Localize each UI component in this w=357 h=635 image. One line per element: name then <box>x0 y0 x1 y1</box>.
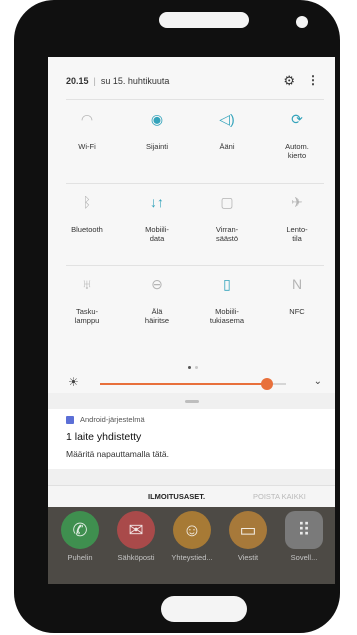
power-saving-icon: ▢ <box>220 194 234 210</box>
tile-location[interactable]: ◉ Sijainti <box>122 108 192 151</box>
page-dot <box>195 366 198 369</box>
tile-label: Autom. kierto <box>285 142 309 160</box>
app-label: Yhteystied... <box>171 553 213 562</box>
app-contacts[interactable]: ☺ Yhteystied... <box>164 511 220 562</box>
do-not-disturb-icon: ⊖ <box>151 276 163 292</box>
airplane-icon: ✈ <box>291 194 303 210</box>
tile-flashlight[interactable]: ♅ Tasku- lamppu <box>52 273 122 325</box>
phone-screen: 20.15 | su 15. huhtikuuta ⚙ ⋮ ◠ Wi-Fi ◉ … <box>48 57 335 584</box>
mail-icon: ✉ <box>117 511 155 549</box>
tile-label: NFC <box>289 307 305 316</box>
tile-label: Mobiili- tukiasema <box>209 307 245 325</box>
status-time: 20.15 <box>66 76 89 86</box>
app-label: Sovell... <box>290 553 318 562</box>
android-system-icon <box>66 415 74 424</box>
tile-hotspot[interactable]: ▯ Mobiili- tukiasema <box>192 273 262 325</box>
hotspot-icon: ▯ <box>223 276 231 292</box>
phone-frame: 20.15 | su 15. huhtikuuta ⚙ ⋮ ◠ Wi-Fi ◉ … <box>14 0 340 633</box>
brightness-icon: ☀ <box>68 375 79 389</box>
app-apps[interactable]: ⠿ Sovell... <box>276 511 332 562</box>
tile-label: Virran- säästö <box>215 225 239 243</box>
brightness-row: ☀ ⌄ <box>66 375 324 393</box>
page-dot-active <box>188 366 191 369</box>
auto-rotate-icon: ⟳ <box>291 111 303 127</box>
app-label: Puhelin <box>67 553 93 562</box>
location-icon: ◉ <box>150 111 164 127</box>
phone-icon: ✆ <box>61 511 99 549</box>
tile-label: Mobiili- data <box>145 225 169 243</box>
bluetooth-icon: ᛒ <box>82 194 92 210</box>
divider <box>66 265 324 266</box>
drag-handle[interactable] <box>185 400 199 403</box>
app-label: Viestit <box>237 553 259 562</box>
wifi-icon: ◠ <box>80 111 94 127</box>
tile-label: Ääni <box>219 142 235 151</box>
brightness-fill <box>100 383 268 385</box>
tile-sound[interactable]: ◁) Ääni <box>192 108 262 151</box>
apps-icon: ⠿ <box>285 511 323 549</box>
tile-nfc[interactable]: N NFC <box>262 273 332 316</box>
gear-icon[interactable]: ⚙ <box>283 73 295 89</box>
notification-card[interactable]: Android-järjestelmä 1 laite yhdistetty M… <box>48 409 335 469</box>
tile-label: Sijainti <box>145 142 169 151</box>
tile-mobile-data[interactable]: ↓↑ Mobiili- data <box>122 191 192 243</box>
tile-label: Tasku- lamppu <box>74 307 100 325</box>
chevron-down-icon[interactable]: ⌄ <box>314 376 322 387</box>
app-messages[interactable]: ▭ Viestit <box>220 511 276 562</box>
contacts-icon: ☺ <box>173 511 211 549</box>
brightness-slider[interactable] <box>100 378 286 390</box>
messages-icon: ▭ <box>229 511 267 549</box>
tile-wifi[interactable]: ◠ Wi-Fi <box>52 108 122 151</box>
status-date: su 15. huhtikuuta <box>100 76 170 86</box>
tile-airplane[interactable]: ✈ Lento- tila <box>262 191 332 243</box>
divider <box>66 99 324 100</box>
status-separator: | <box>93 76 96 86</box>
notification-area: Android-järjestelmä 1 laite yhdistetty M… <box>48 393 335 485</box>
notification-body: Määritä napauttamalla tätä. <box>66 449 170 459</box>
app-email[interactable]: ✉ Sähköposti <box>108 511 164 562</box>
tile-do-not-disturb[interactable]: ⊖ Älä häiritse <box>122 273 192 325</box>
tile-label: Wi-Fi <box>78 142 96 151</box>
more-vertical-icon[interactable]: ⋮ <box>307 73 319 87</box>
home-button[interactable] <box>161 596 247 622</box>
app-label: Sähköposti <box>117 553 155 562</box>
nfc-icon: N <box>291 276 303 292</box>
clear-all-button[interactable]: POISTA KAIKKI <box>253 492 306 501</box>
speaker-grille <box>159 12 249 28</box>
status-row: 20.15 | su 15. huhtikuuta ⚙ ⋮ <box>66 73 323 89</box>
page-indicator <box>186 356 200 374</box>
notification-source: Android-järjestelmä <box>66 415 145 424</box>
notification-settings-button[interactable]: ILMOITUSASET. <box>148 492 205 501</box>
tile-label: Älä häiritse <box>144 307 170 325</box>
flashlight-icon: ♅ <box>81 276 93 292</box>
app-phone[interactable]: ✆ Puhelin <box>52 511 108 562</box>
notification-source-label: Android-järjestelmä <box>80 415 145 424</box>
brightness-thumb[interactable] <box>261 378 274 390</box>
tile-label: Bluetooth <box>71 225 103 234</box>
tile-label: Lento- tila <box>286 225 308 243</box>
home-dock: ✆ Puhelin ✉ Sähköposti ☺ Yhteystied... ▭… <box>48 507 335 584</box>
tile-auto-rotate[interactable]: ⟳ Autom. kierto <box>262 108 332 160</box>
quick-settings-panel: 20.15 | su 15. huhtikuuta ⚙ ⋮ ◠ Wi-Fi ◉ … <box>48 57 335 393</box>
tile-power-saving[interactable]: ▢ Virran- säästö <box>192 191 262 243</box>
tile-bluetooth[interactable]: ᛒ Bluetooth <box>52 191 122 234</box>
front-camera <box>296 16 308 28</box>
mobile-data-icon: ↓↑ <box>150 194 164 210</box>
volume-icon: ◁) <box>219 111 235 127</box>
notification-actions: ILMOITUSASET. POISTA KAIKKI <box>48 485 335 507</box>
notification-title: 1 laite yhdistetty <box>66 431 142 443</box>
divider <box>66 183 324 184</box>
